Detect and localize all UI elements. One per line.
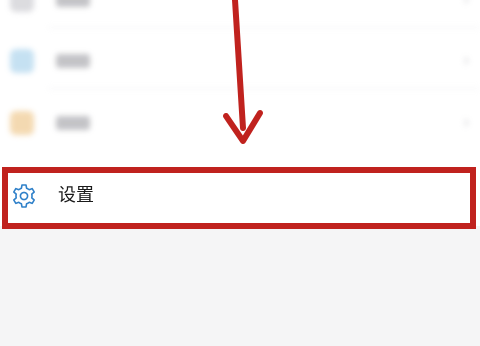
menu-item-blurred-blue[interactable]: › (0, 33, 480, 89)
row-divider (48, 88, 480, 89)
row-divider (48, 27, 480, 28)
menu-item-blurred-orange[interactable]: › (0, 95, 480, 151)
menu-item-label-blurred (56, 116, 90, 130)
settings-menu-item[interactable]: 设置 (0, 167, 480, 225)
menu-panel: › › › 设置 (0, 0, 480, 226)
blue-item-icon (10, 49, 34, 73)
chevron-right-icon: › (462, 50, 470, 71)
chevron-right-icon: › (463, 0, 470, 9)
menu-item-label-blurred (56, 0, 90, 7)
chevron-right-icon: › (462, 112, 470, 133)
app-icon (10, 0, 34, 12)
menu-item-label-blurred (56, 54, 90, 68)
orange-item-icon (10, 111, 34, 135)
menu-item-blurred-top[interactable]: › (0, 0, 480, 28)
gear-icon (13, 184, 35, 208)
settings-label: 设置 (58, 185, 94, 206)
